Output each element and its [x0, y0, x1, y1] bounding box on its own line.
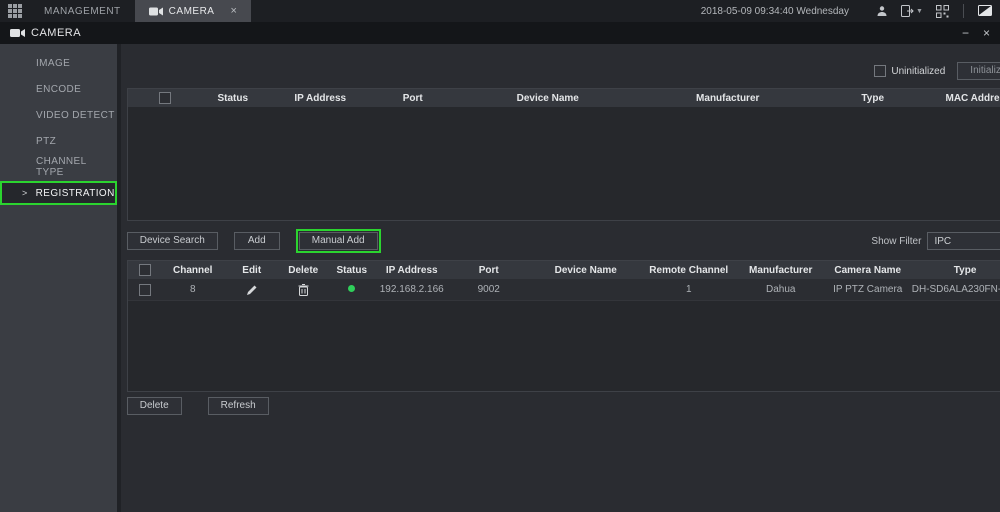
logout-icon [901, 5, 914, 17]
sidebar-item-encode[interactable]: ENCODE [0, 76, 117, 102]
device-search-table-body [128, 107, 1000, 220]
added-devices-table-body: 8 [128, 279, 1000, 391]
column-header-channel: Channel [163, 265, 223, 276]
display-switch-button[interactable] [970, 0, 1000, 22]
sidebar-item-registration[interactable]: > REGISTRATION [0, 181, 117, 205]
manual-add-button[interactable]: Manual Add [299, 232, 378, 250]
cell-camera-name: IP PTZ Camera [824, 284, 912, 295]
column-header-type: Type [808, 93, 938, 104]
grid-icon [8, 4, 22, 18]
annotation-highlight: Manual Add [296, 229, 381, 253]
show-filter-dropdown[interactable]: IPC ▼ [927, 232, 1000, 250]
sidebar-item-image[interactable]: IMAGE [0, 50, 117, 76]
top-tab-bar: MANAGEMENT CAMERA × 2018-05-09 09:34:40 … [0, 0, 1000, 22]
edit-pencil-icon [246, 284, 258, 296]
cell-channel: 8 [163, 284, 223, 295]
window-title-bar: CAMERA − × [0, 22, 1000, 44]
user-icon [876, 5, 888, 17]
device-search-table-header: Status IP Address Port Device Name Manuf… [128, 89, 1000, 107]
sidebar-item-label: REGISTRATION [36, 188, 115, 199]
column-header-camera-name: Camera Name [824, 265, 912, 276]
apps-menu-button[interactable] [0, 0, 30, 22]
column-header-edit: Edit [223, 265, 281, 276]
sidebar: IMAGE ENCODE VIDEO DETECT PTZ CHANNEL TY… [0, 44, 121, 512]
status-online-icon [348, 285, 355, 292]
user-button[interactable] [867, 0, 897, 22]
column-header-device-name: Device Name [532, 265, 640, 276]
added-devices-table-header: Channel Edit Delete Status IP Address Po… [128, 261, 1000, 279]
caret-down-icon: ▼ [916, 8, 923, 15]
uninitialized-filter[interactable]: Uninitialized [874, 65, 945, 77]
row-checkbox[interactable] [139, 284, 151, 296]
select-all-checkbox[interactable] [139, 264, 151, 276]
show-filter-value: IPC [934, 236, 951, 247]
column-header-device-name: Device Name [448, 93, 648, 104]
tab-camera-label: CAMERA [169, 6, 215, 17]
select-all-checkbox[interactable] [159, 92, 171, 104]
sidebar-item-label: CHANNEL TYPE [36, 156, 117, 178]
show-filter-label: Show Filter [871, 236, 921, 247]
sidebar-item-label: ENCODE [36, 84, 81, 95]
cell-manufacturer: Dahua [738, 284, 824, 295]
cell-type: DH-SD6ALA230FN-HNI [912, 284, 1000, 295]
refresh-button[interactable]: Refresh [208, 397, 269, 415]
topbar-right: 2018-05-09 09:34:40 Wednesday ▼ [701, 0, 1000, 22]
monitor-icon [978, 5, 992, 17]
trash-icon [298, 284, 309, 296]
sidebar-item-channel-type[interactable]: CHANNEL TYPE [0, 154, 117, 180]
sidebar-item-ptz[interactable]: PTZ [0, 128, 117, 154]
column-header-remote-channel: Remote Channel [640, 265, 738, 276]
cell-ip-address: 192.168.2.166 [378, 284, 446, 295]
table-row[interactable]: 8 [128, 279, 1000, 301]
column-header-status: Status [326, 265, 378, 276]
column-header-delete: Delete [281, 265, 326, 276]
toolbar: Device Search Add Manual Add Show Filter… [127, 230, 1000, 252]
sidebar-item-label: IMAGE [36, 58, 70, 69]
column-header-ip-address: IP Address [378, 265, 446, 276]
logout-button[interactable]: ▼ [897, 0, 927, 22]
registration-panel: Uninitialized Initialize Status IP Addre… [121, 44, 1000, 512]
camera-icon [149, 7, 163, 16]
page-title: CAMERA [31, 27, 81, 39]
tab-management[interactable]: MANAGEMENT [30, 0, 135, 22]
device-search-table: Status IP Address Port Device Name Manuf… [127, 88, 1000, 221]
column-header-port: Port [446, 265, 532, 276]
uninitialized-label: Uninitialized [891, 66, 945, 77]
sidebar-item-label: PTZ [36, 136, 56, 147]
added-devices-table: Channel Edit Delete Status IP Address Po… [127, 260, 1000, 392]
sidebar-item-label: VIDEO DETECT [36, 110, 115, 121]
tab-management-label: MANAGEMENT [44, 6, 121, 17]
minimize-button[interactable]: − [962, 26, 969, 40]
edit-button[interactable] [223, 284, 281, 296]
uninitialized-checkbox[interactable] [874, 65, 886, 77]
column-header-manufacturer: Manufacturer [738, 265, 824, 276]
chevron-right-icon: > [22, 188, 28, 198]
topbar-separator [963, 4, 964, 18]
delete-devices-button[interactable]: Delete [127, 397, 182, 415]
column-header-mac-address: MAC Address [938, 93, 1000, 104]
column-header-status: Status [203, 93, 263, 104]
qr-code-button[interactable] [927, 0, 957, 22]
bottom-button-bar: Delete Refresh [127, 397, 1000, 415]
delete-button[interactable] [281, 284, 326, 296]
column-header-port: Port [378, 93, 448, 104]
tab-camera[interactable]: CAMERA × [135, 0, 252, 22]
close-button[interactable]: × [983, 26, 990, 40]
camera-icon [10, 28, 25, 38]
add-button[interactable]: Add [234, 232, 280, 250]
cell-remote-channel: 1 [640, 284, 738, 295]
datetime: 2018-05-09 09:34:40 Wednesday [701, 6, 849, 17]
qr-code-icon [936, 5, 949, 18]
sidebar-item-video-detect[interactable]: VIDEO DETECT [0, 102, 117, 128]
column-header-manufacturer: Manufacturer [648, 93, 808, 104]
cell-port: 9002 [446, 284, 532, 295]
device-search-button[interactable]: Device Search [127, 232, 218, 250]
column-header-type: Type [912, 265, 1000, 276]
column-header-ip-address: IP Address [263, 93, 378, 104]
initialize-row: Uninitialized Initialize [127, 62, 1000, 80]
initialize-button[interactable]: Initialize [957, 62, 1000, 80]
tab-close-icon[interactable]: × [230, 5, 237, 17]
